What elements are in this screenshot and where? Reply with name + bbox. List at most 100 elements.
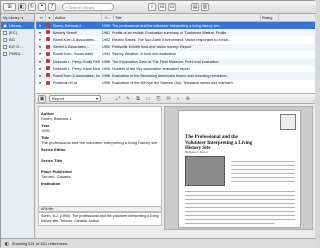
status-text: Showing 521 of 521 references. — [11, 241, 69, 246]
online-search-icon[interactable]: ⊟ — [158, 3, 166, 11]
search-icon: ⌕ — [65, 4, 68, 10]
folder-icon[interactable]: ▭ — [146, 96, 151, 102]
search-placeholder: Search Library — [68, 4, 95, 10]
pdf-icon — [44, 80, 52, 86]
text-line — [231, 173, 295, 174]
library-icon[interactable]: ⊞ — [3, 3, 16, 11]
table-row[interactable]: ● Randi Korn & Associates, Inc 1996 Eval… — [36, 72, 315, 80]
text-line — [185, 215, 295, 216]
table-row[interactable]: ● Soren, Barbara J. 1990 The professiona… — [36, 22, 315, 30]
table-row[interactable]: ● Randi Korn & Associates,... 1992 Elect… — [36, 36, 315, 43]
column-author[interactable]: Author — [54, 13, 102, 22]
chevron-down-icon: ▾ — [95, 96, 98, 101]
table-row[interactable]: ● Deborah L. Perry; Emily Feilsmi 1996 T… — [36, 57, 315, 66]
text-line — [185, 203, 295, 204]
table-row[interactable]: ● Beverly Serrell 1981 Profile of an exh… — [36, 29, 315, 37]
folder-icon — [3, 51, 7, 56]
read-dot-icon: ● — [38, 30, 42, 35]
view-select[interactable]: Report ▾ — [49, 95, 101, 102]
envelope-icon[interactable]: ✉ — [167, 96, 171, 102]
institution-field[interactable] — [41, 186, 159, 190]
detail-toolbar: ▣ Report ▾ ⤢ ✎ ⧉ ▭ ⎘ ✉ ⌕ ⊕ — [36, 94, 315, 104]
text-line — [231, 177, 295, 178]
sidebar-item-bg[interactable]: BG — [1, 36, 34, 43]
pdf-author: Barbara J. Soren — [185, 150, 208, 154]
library-icon — [3, 23, 7, 28]
find-fulltext-icon[interactable]: ⌕ — [148, 3, 156, 11]
folder-icon — [3, 30, 7, 35]
column-year[interactable]: Y... — [102, 13, 114, 22]
author-field[interactable]: Soren, Barbara J. — [41, 116, 159, 121]
sidebar-header[interactable]: My Library ▾ — [1, 14, 34, 22]
group-icon[interactable]: ◧ — [18, 3, 26, 11]
pdf-preview[interactable]: The Professional and the Volunteer Inter… — [164, 106, 313, 230]
column-rating[interactable]: Rating — [261, 13, 279, 22]
search-icon[interactable]: ⌕ — [177, 96, 180, 102]
folder-icon — [3, 44, 7, 49]
detail-panel: ▣ Report ▾ ⤢ ✎ ⧉ ▭ ⎘ ✉ ⌕ ⊕ Author Soren,… — [36, 93, 315, 238]
read-status-column-icon[interactable]: ● — [46, 13, 54, 22]
text-line — [231, 161, 295, 162]
help-icon[interactable]: ? — [48, 3, 56, 11]
pdf-icon — [44, 30, 52, 35]
sidebar-item-library[interactable]: Library — [1, 22, 34, 29]
citation-preview: Soren, B.J. (1990). The professional and… — [38, 212, 162, 226]
pdf-icon — [44, 37, 52, 42]
series-editor-field[interactable] — [41, 152, 159, 156]
layout-icon[interactable]: ▤ — [191, 3, 199, 11]
read-dot-icon: ● — [38, 81, 42, 86]
table-row[interactable]: ● Randi Korn; Susan Ades 1994 Stormy Wea… — [36, 51, 315, 58]
read-dot-icon: ● — [38, 23, 42, 28]
text-line — [185, 223, 275, 224]
chevron-down-icon: ▾ — [21, 15, 24, 20]
sidebar-item-fmsu[interactable]: FMSU... — [1, 50, 34, 57]
toolbar: ⊞ ◧ ↻ ❝ ? ⌕ Search Library ⌕ ⊟ ⊡ ▤ ▥ — [1, 1, 316, 14]
pdf-icon — [44, 23, 52, 28]
text-line — [231, 181, 295, 182]
clip-icon[interactable]: ⎘ — [157, 96, 161, 102]
sidebar-item-ec[interactable]: [EC] — [1, 29, 34, 36]
sidebar-toggle-icon[interactable]: ◧ — [5, 241, 9, 246]
table-row[interactable]: ● Rockman et al. 1996 Evaluation of the … — [36, 80, 315, 87]
attachment-column-icon[interactable]: ⊙ — [38, 13, 46, 22]
text-line — [185, 211, 295, 212]
table-row[interactable]: ● Serrell & Associates,... 1992 Peelsvil… — [36, 43, 315, 51]
pdf-icon — [44, 59, 52, 64]
folder-icon — [3, 37, 7, 42]
table-row[interactable]: ● Deborah L. Perry; Karla Mcfee 1996 Hun… — [36, 65, 315, 72]
read-dot-icon: ● — [38, 37, 42, 42]
attach-icon[interactable]: ⊡ — [168, 3, 176, 11]
pdf-icon — [44, 73, 52, 78]
list-header: ⊙ ● Author Y... Title Rating — [36, 13, 315, 22]
text-line — [185, 195, 295, 196]
insert-citation-icon[interactable]: ❝ — [38, 3, 46, 11]
list-rows: ● Soren, Barbara J. 1990 The professiona… — [36, 22, 315, 87]
pdf-icon — [44, 51, 52, 57]
copy-icon[interactable]: ⧉ — [136, 96, 140, 102]
logo-image — [280, 114, 296, 130]
read-dot-icon: ● — [38, 73, 42, 78]
panel-icon[interactable]: ▥ — [201, 3, 209, 11]
text-line — [185, 199, 295, 200]
column-title[interactable]: Title — [114, 13, 261, 22]
place-published-field[interactable]: Toronto, Canada — [41, 174, 159, 179]
preview-tools: ⤢ ✎ ⧉ ▭ ⎘ ✉ ⌕ ⊕ — [116, 96, 190, 102]
library-sidebar: My Library ▾ Library [EC] BG BIT G... FM… — [1, 14, 35, 238]
text-line — [185, 191, 295, 192]
sync-icon[interactable]: ↻ — [28, 3, 36, 11]
panel-toggle-icon[interactable]: ▣ — [38, 94, 46, 103]
series-title-field[interactable] — [41, 163, 159, 167]
text-line — [231, 165, 295, 166]
year-field[interactable]: 1990 — [41, 128, 159, 133]
text-line — [185, 207, 295, 208]
pdf-photo — [185, 156, 225, 186]
pdf-icon — [44, 44, 52, 50]
read-dot-icon: ● — [38, 66, 42, 71]
title-field[interactable]: The professional and the volunteer inter… — [41, 140, 159, 145]
search-input[interactable]: ⌕ Search Library — [62, 3, 114, 11]
zoom-icon[interactable]: ⊕ — [186, 96, 190, 102]
sidebar-item-bitg[interactable]: BIT G... — [1, 43, 34, 50]
edit-icon[interactable]: ✎ — [126, 96, 130, 102]
read-dot-icon: ● — [38, 52, 42, 57]
expand-icon[interactable]: ⤢ — [116, 96, 120, 102]
